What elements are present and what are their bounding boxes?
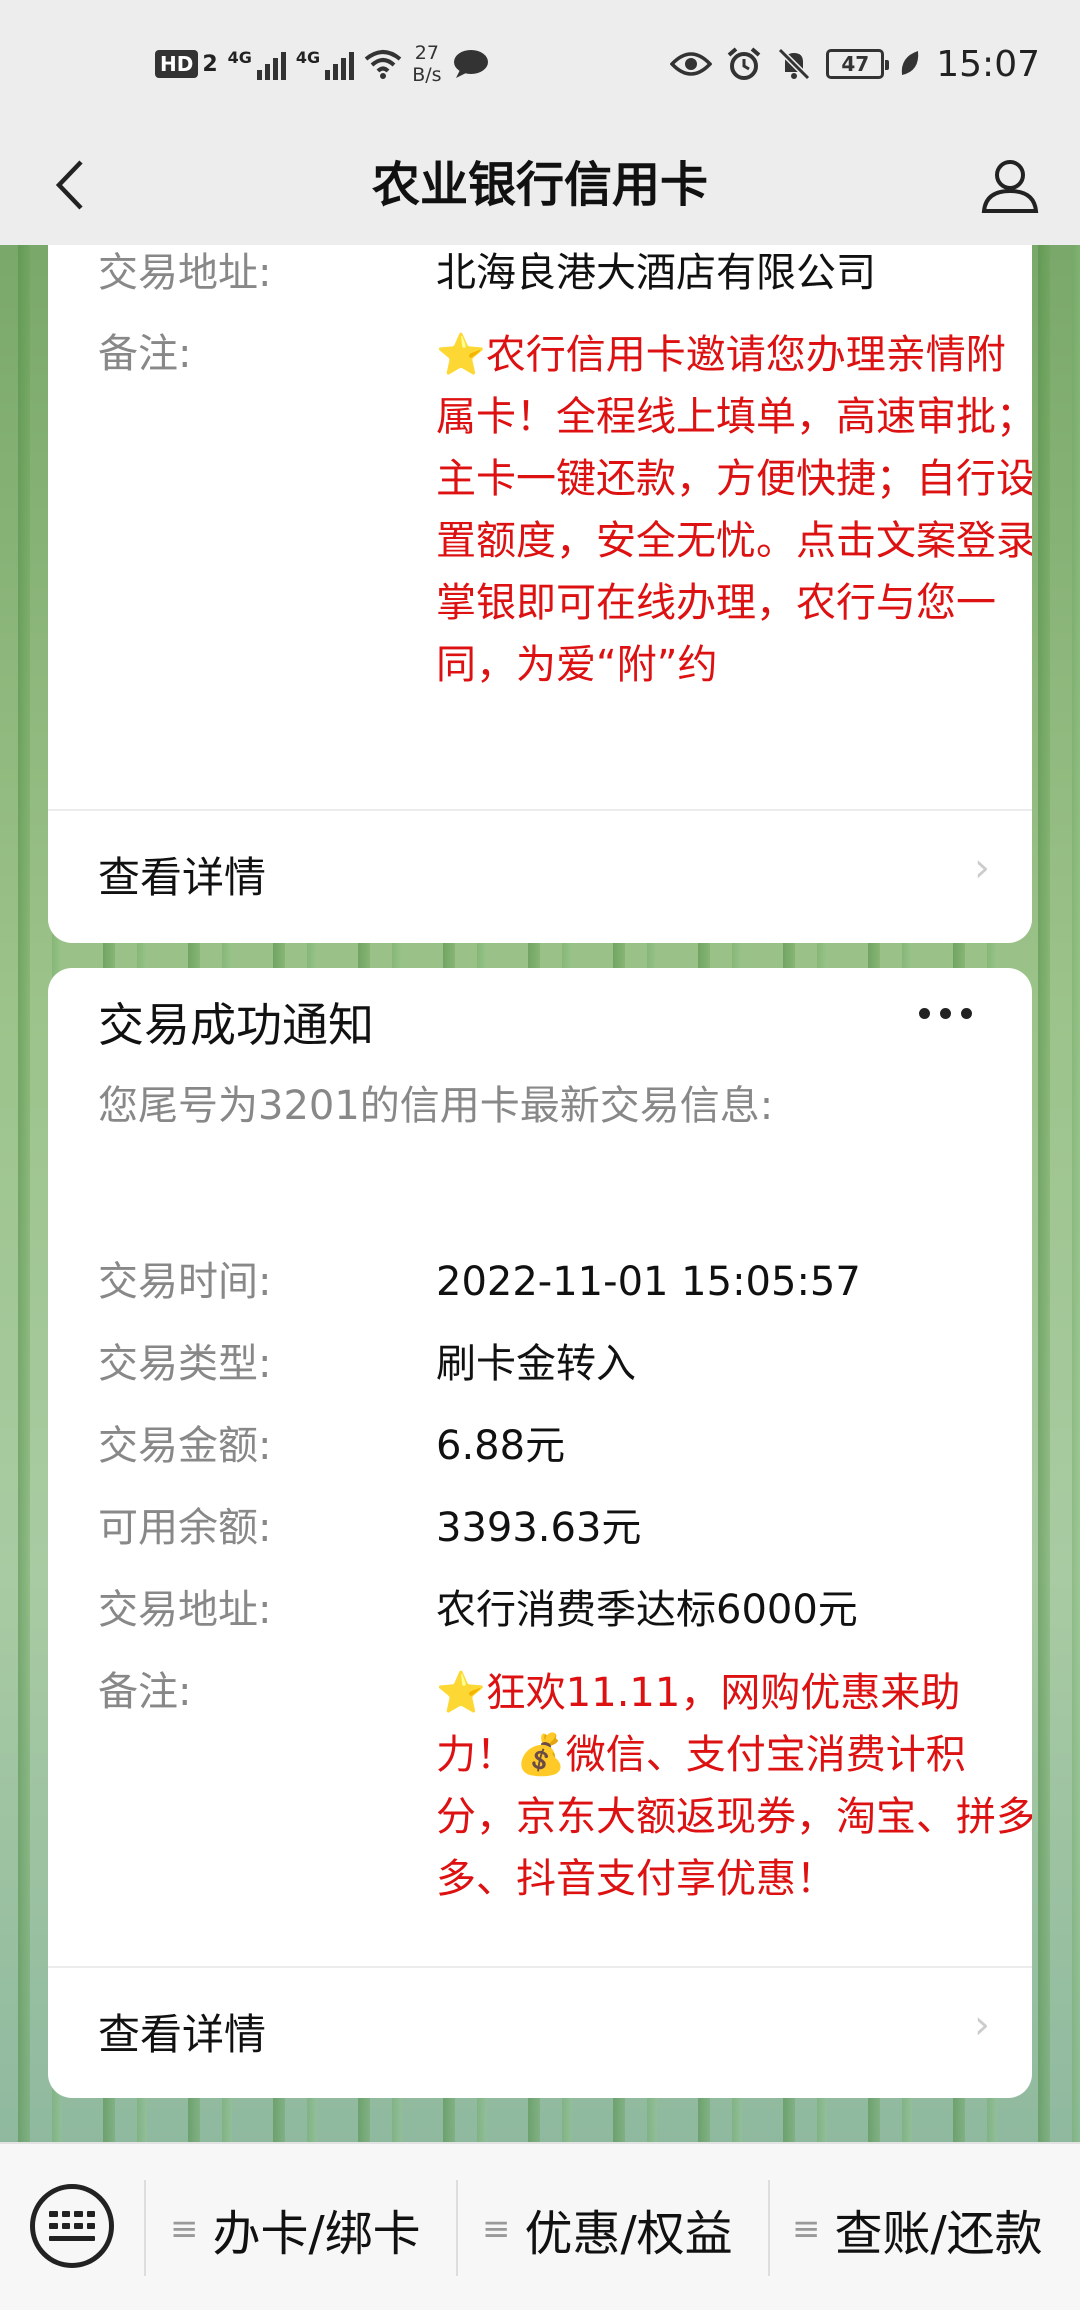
row-label: 交易类型: <box>98 1341 272 1387</box>
chevron-right-icon: › <box>974 2002 990 2048</box>
dot <box>961 1008 972 1019</box>
menu-item-label: 优惠/权益 <box>524 2206 733 2262</box>
card-title: 交易成功通知 <box>98 998 374 1052</box>
signal-1-icon: 4G <box>228 48 286 80</box>
alarm-icon <box>727 47 761 80</box>
row-label: 交易地址: <box>98 1587 272 1633</box>
card-subtitle: 您尾号为3201的信用卡最新交易信息: <box>98 1083 774 1129</box>
row-label: 交易时间: <box>98 1259 272 1305</box>
row-value: 3393.63元 <box>436 1505 642 1551</box>
row-value: 2022-11-01 15:05:57 <box>436 1259 861 1305</box>
row-value: 北海良港大酒店有限公司 <box>436 250 876 296</box>
net1-label: 4G <box>227 48 252 67</box>
battery-icon: 47 <box>826 49 890 79</box>
row-value: 6.88元 <box>436 1423 566 1469</box>
dot <box>919 1008 930 1019</box>
menu-item-label: 查账/还款 <box>834 2206 1043 2262</box>
chat-bubble-icon <box>453 50 488 78</box>
remark-text[interactable]: ⭐农行信用卡邀请您办理亲情附属卡！全程线上填单，高速审批；主卡一键还款，方便快捷… <box>436 324 1032 696</box>
eye-icon <box>670 52 713 76</box>
profile-button[interactable] <box>970 145 1050 225</box>
menu-item-bill-repay[interactable]: ≡ 查账/还款 <box>792 2184 1043 2274</box>
menu-separator <box>144 2180 146 2276</box>
menu-list-icon: ≡ <box>170 2209 199 2249</box>
mute-bell-icon <box>778 47 811 81</box>
title-bar: 农业银行信用卡 <box>0 125 1080 245</box>
wifi-icon <box>364 50 402 79</box>
page-title: 农业银行信用卡 <box>371 157 708 213</box>
leaf-icon <box>902 51 919 75</box>
menu-item-card-apply[interactable]: ≡ 办卡/绑卡 <box>170 2184 421 2274</box>
bottom-menu-bar: ≡ 办卡/绑卡 ≡ 优惠/权益 ≡ 查账/还款 <box>0 2142 1080 2310</box>
message-card-1: 交易地址: 北海良港大酒店有限公司 备注: ⭐农行信用卡邀请您办理亲情附属卡！全… <box>48 245 1032 943</box>
keyboard-toggle-button[interactable] <box>30 2184 114 2268</box>
menu-list-icon: ≡ <box>482 2209 511 2249</box>
row-label: 备注: <box>98 331 192 377</box>
hd-badge: HD <box>155 50 199 78</box>
net-speed: 27 B/s <box>412 42 441 86</box>
dot <box>940 1008 951 1019</box>
row-label: 交易金额: <box>98 1423 272 1469</box>
menu-item-label: 办卡/绑卡 <box>212 2206 421 2262</box>
menu-separator <box>456 2180 458 2276</box>
row-label: 备注: <box>98 1669 192 1715</box>
message-card-2: 交易成功通知 您尾号为3201的信用卡最新交易信息: 交易时间: 2022-11… <box>48 968 1032 2098</box>
clock-time: 15:07 <box>936 43 1040 85</box>
signal-2-icon: 4G <box>295 48 355 80</box>
menu-list-icon: ≡ <box>792 2209 821 2249</box>
row-value: 农行消费季达标6000元 <box>436 1587 858 1633</box>
sim2-label: 2 <box>202 51 218 77</box>
status-bar: HD 2 4G 4G 27 B/s 47 15:07 <box>0 0 1080 125</box>
person-icon <box>981 160 1039 213</box>
menu-item-benefits[interactable]: ≡ 优惠/权益 <box>482 2184 733 2274</box>
remark-text[interactable]: ⭐狂欢11.11，网购优惠来助力！💰微信、支付宝消费计积分，京东大额返现券，淘宝… <box>436 1662 1032 1910</box>
menu-separator <box>768 2180 770 2276</box>
chevron-right-icon: › <box>974 845 990 891</box>
status-right: 47 15:07 <box>670 34 1040 94</box>
row-label: 交易地址: <box>98 250 272 296</box>
status-left: HD 2 4G 4G 27 B/s <box>155 34 490 94</box>
row-label: 可用余额: <box>98 1505 272 1551</box>
net2-label: 4G <box>295 48 321 67</box>
more-button[interactable] <box>919 1008 972 1019</box>
view-details-link[interactable]: 查看详情 <box>98 848 266 908</box>
net-speed-value: 27 <box>414 42 439 64</box>
view-details-link[interactable]: 查看详情 <box>98 2005 266 2065</box>
divider <box>48 1966 1032 1968</box>
divider <box>48 809 1032 811</box>
net-speed-unit: B/s <box>412 64 442 86</box>
keyboard-icon <box>49 2211 95 2243</box>
row-value: 刷卡金转入 <box>436 1341 636 1387</box>
